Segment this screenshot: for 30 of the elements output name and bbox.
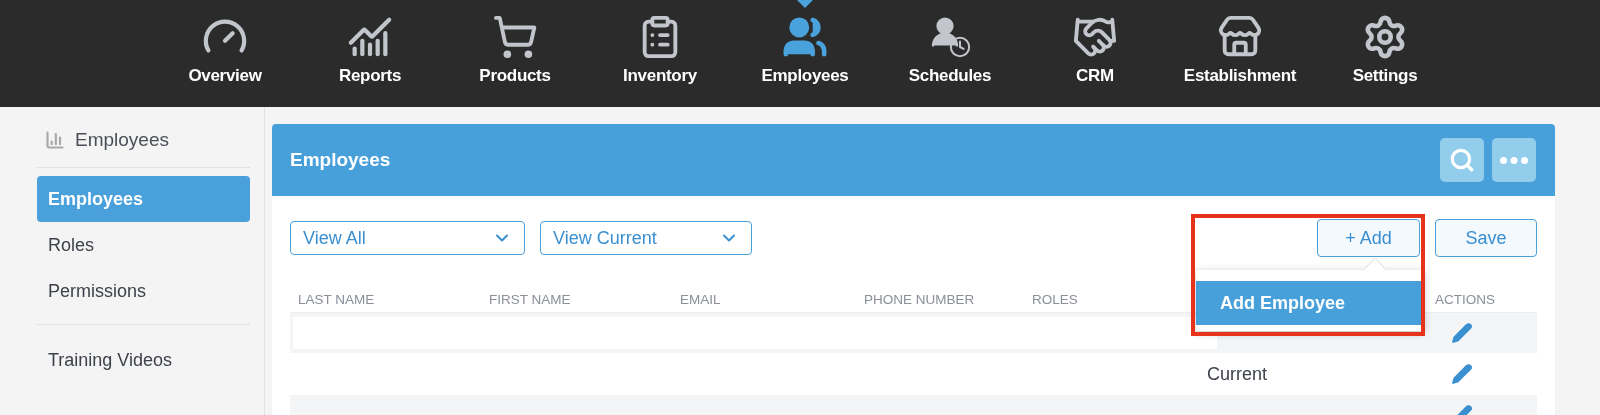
sidebar-item[interactable]: Permissions [37,268,250,314]
more-icon [1500,156,1528,164]
sidebar-item[interactable]: Training Videos [37,337,250,383]
sidebar-title: Employees [75,129,169,151]
nav-tab[interactable]: Inventory [587,0,733,107]
nav-tab[interactable]: Schedules [877,0,1023,107]
nav-tab[interactable]: CRM [1022,0,1168,107]
nav-tab[interactable]: Products [442,0,588,107]
column-header: LAST NAME [297,291,375,307]
filter-dropdown[interactable]: View All [290,221,525,255]
column-header: ROLES [1031,291,1078,307]
nav-tab[interactable]: Reports [297,0,443,107]
filter-dropdown[interactable]: View Current [540,221,752,255]
sidebar-item[interactable]: Roles [37,222,250,268]
column-header: PHONE NUMBER [863,291,975,307]
status-cell-text: Current [1207,363,1269,385]
more-button[interactable] [1492,138,1536,182]
column-header: EMAIL [679,291,721,307]
nav-tab[interactable]: Establishment [1167,0,1313,107]
nav-tab[interactable]: Settings [1312,0,1458,107]
nav-tab[interactable]: Employees [732,0,878,107]
bar-chart-icon [45,130,65,150]
column-header: ACTIONS [1434,291,1495,307]
search-button[interactable] [1440,138,1484,182]
column-header: FIRST NAME [488,291,571,307]
cart-icon [492,14,538,60]
pointer-icon [797,0,813,8]
nav-tab[interactable]: Overview [152,0,298,107]
search-icon [1449,147,1475,173]
panel-title: Employees [290,149,392,171]
